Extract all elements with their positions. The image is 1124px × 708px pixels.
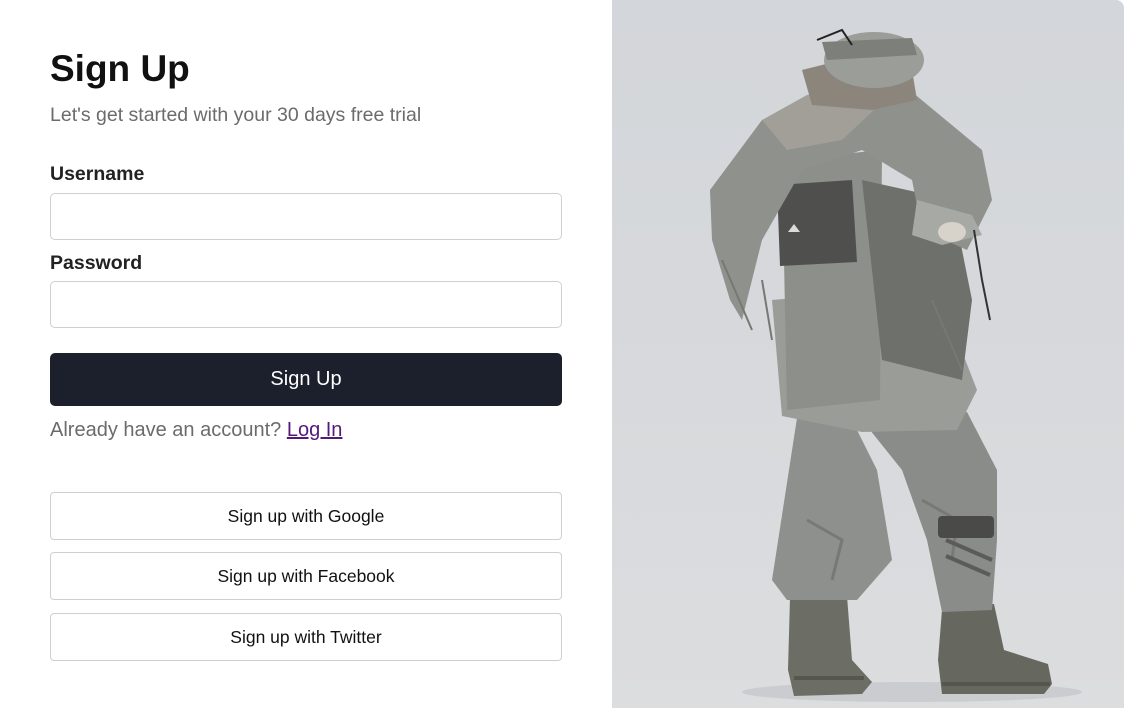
signup-form-panel: Sign Up Let's get started with your 30 d… xyxy=(0,0,612,708)
username-input[interactable] xyxy=(50,193,562,240)
log-in-link[interactable]: Log In xyxy=(287,419,343,441)
sign-up-twitter-button[interactable]: Sign up with Twitter xyxy=(50,613,562,661)
sign-up-button[interactable]: Sign Up xyxy=(50,353,562,406)
sign-up-facebook-button[interactable]: Sign up with Facebook xyxy=(50,552,562,600)
password-label: Password xyxy=(50,252,143,274)
page-title: Sign Up xyxy=(50,48,190,89)
password-input[interactable] xyxy=(50,281,562,328)
hero-image-panel xyxy=(612,0,1124,708)
login-prompt-line: Already have an account? Log In xyxy=(50,418,342,442)
hero-image xyxy=(710,28,1082,702)
login-prompt-text: Already have an account? xyxy=(50,419,287,441)
sign-up-google-button[interactable]: Sign up with Google xyxy=(50,492,562,540)
username-label: Username xyxy=(50,163,145,185)
page-subtitle: Let's get started with your 30 days free… xyxy=(50,104,422,126)
